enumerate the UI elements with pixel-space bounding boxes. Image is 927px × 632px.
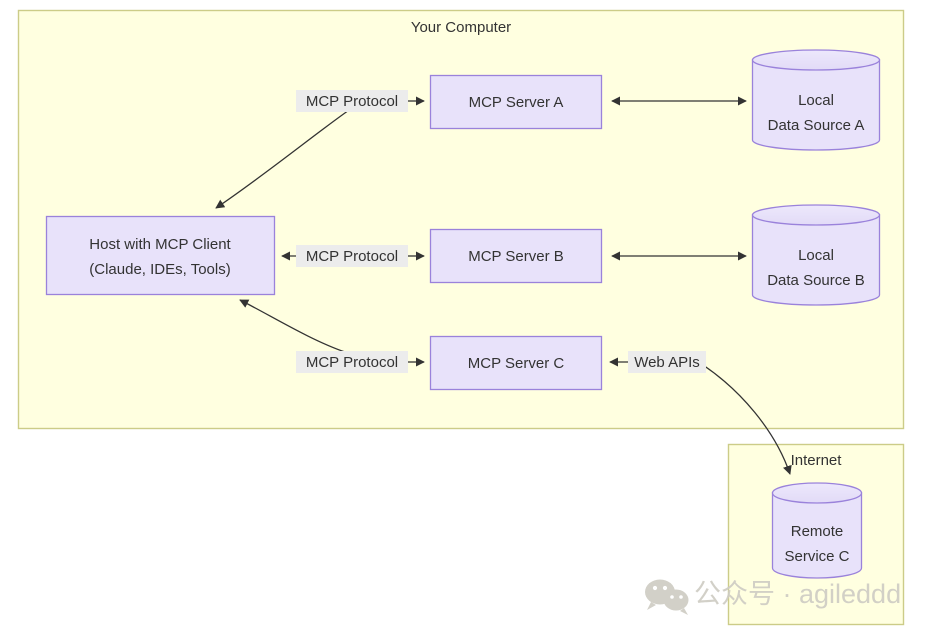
node-remote-service-c[interactable]: Remote Service C bbox=[771, 482, 863, 579]
wechat-icon bbox=[645, 579, 689, 615]
edge-label-host-server-c: MCP Protocol bbox=[296, 351, 408, 373]
node-local-data-source-b-label-line1: Local bbox=[798, 247, 834, 264]
edge-label-host-server-a-text: MCP Protocol bbox=[306, 93, 398, 110]
group-label-your-computer: Your Computer bbox=[411, 19, 511, 36]
node-local-data-source-a[interactable]: Local Data Source A bbox=[751, 49, 881, 151]
watermark-text: 公众号 · agileddd bbox=[694, 579, 901, 609]
node-host-label-line1: Host with MCP Client bbox=[89, 236, 231, 253]
node-local-data-source-b[interactable]: Local Data Source B bbox=[751, 204, 881, 306]
node-host-label-line2: (Claude, IDEs, Tools) bbox=[89, 261, 230, 278]
edge-label-web-apis: Web APIs bbox=[628, 351, 706, 373]
node-local-data-source-b-label-line2: Data Source B bbox=[767, 272, 865, 289]
edge-label-host-server-b: MCP Protocol bbox=[296, 245, 408, 267]
node-mcp-server-a[interactable]: MCP Server A bbox=[429, 74, 603, 130]
node-remote-service-c-label-line2: Service C bbox=[784, 548, 849, 565]
node-mcp-server-b[interactable]: MCP Server B bbox=[429, 228, 603, 284]
edge-label-web-apis-text: Web APIs bbox=[634, 354, 700, 371]
edge-label-host-server-c-text: MCP Protocol bbox=[306, 354, 398, 371]
node-local-data-source-a-label-line1: Local bbox=[798, 92, 834, 109]
node-remote-service-c-label-line1: Remote bbox=[791, 523, 844, 540]
node-local-data-source-a-label-line2: Data Source A bbox=[768, 117, 865, 134]
diagram-svg: Your Computer Internet Host with MCP Cli… bbox=[17, 9, 905, 626]
group-label-internet: Internet bbox=[791, 452, 843, 469]
node-mcp-server-b-label: MCP Server B bbox=[468, 248, 564, 265]
node-mcp-server-c[interactable]: MCP Server C bbox=[429, 335, 603, 391]
diagram-canvas: Your Computer Internet Host with MCP Cli… bbox=[0, 0, 927, 632]
node-mcp-server-c-label: MCP Server C bbox=[468, 355, 565, 372]
node-mcp-server-a-label: MCP Server A bbox=[469, 94, 564, 111]
node-host[interactable]: Host with MCP Client (Claude, IDEs, Tool… bbox=[45, 215, 276, 296]
edge-label-host-server-b-text: MCP Protocol bbox=[306, 248, 398, 265]
edge-label-host-server-a: MCP Protocol bbox=[296, 90, 408, 112]
